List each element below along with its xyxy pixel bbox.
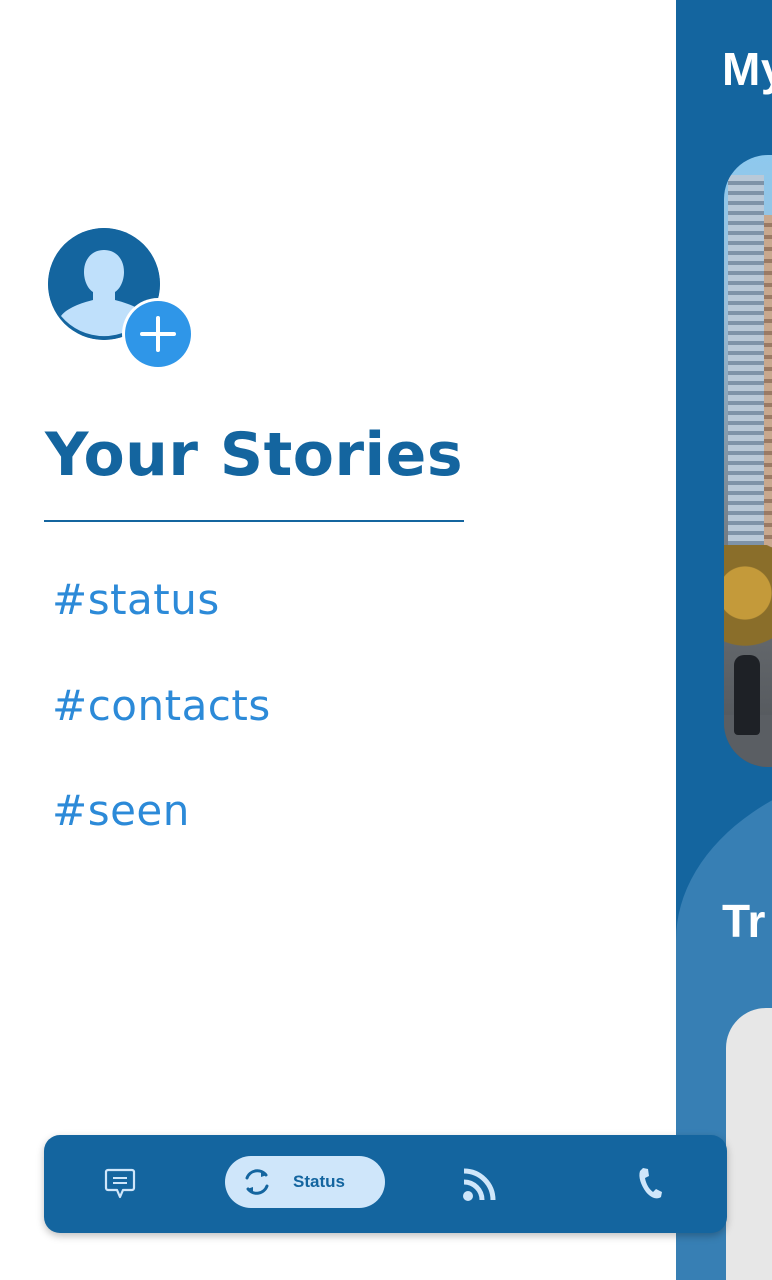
page-title: Your Stories	[45, 420, 464, 490]
phone-icon	[639, 1168, 662, 1199]
nav-calls-button[interactable]	[637, 1166, 663, 1200]
refresh-icon	[245, 1169, 269, 1195]
nav-feed-button[interactable]	[462, 1168, 496, 1202]
bottom-navigation: Status	[44, 1135, 727, 1233]
nav-status-label: Status	[293, 1172, 345, 1191]
tag-status-link[interactable]: #status	[52, 575, 220, 624]
panel-title-bottom: Tr	[722, 895, 766, 947]
photo-building-2	[764, 215, 772, 595]
next-screen-panel[interactable]: My Tr	[676, 0, 772, 1280]
tag-contacts-link[interactable]: #contacts	[52, 681, 271, 730]
add-story-button[interactable]	[125, 301, 191, 367]
story-photo-card[interactable]	[724, 155, 772, 767]
photo-tree	[724, 545, 772, 665]
nav-status-button[interactable]: Status	[225, 1156, 385, 1208]
photo-person	[734, 655, 760, 735]
title-divider	[44, 520, 464, 522]
plus-icon	[140, 316, 176, 352]
photo-building	[728, 175, 764, 605]
panel-title-top: My	[722, 43, 772, 95]
trending-card[interactable]	[726, 1008, 772, 1280]
nav-chats-button[interactable]	[104, 1167, 136, 1201]
chat-bubble-icon	[104, 1168, 136, 1199]
tag-seen-link[interactable]: #seen	[52, 786, 190, 835]
rss-feed-icon	[463, 1168, 496, 1201]
